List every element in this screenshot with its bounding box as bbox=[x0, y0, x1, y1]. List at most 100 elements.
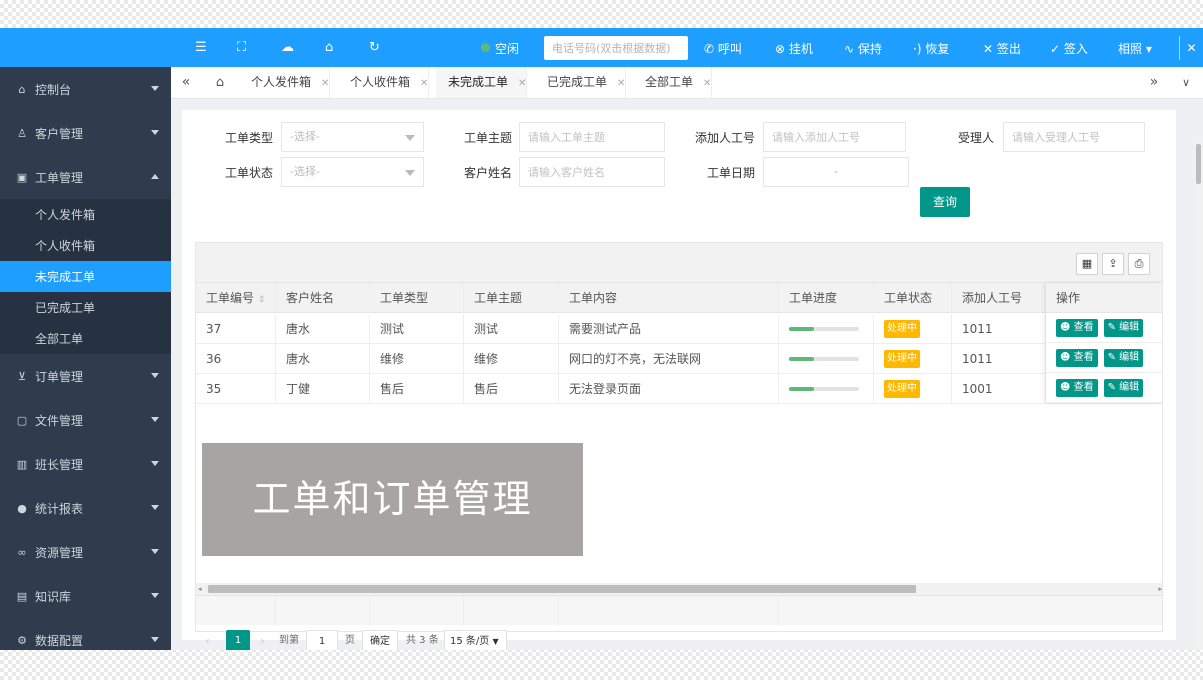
prev-page-icon[interactable]: ‹ bbox=[205, 630, 210, 650]
export-icon[interactable]: ⇪ bbox=[1102, 253, 1124, 275]
sidebar: ⌂ 控制台 ♙ 客户管理 ▣ 工单管理 个人发件箱 个人收件箱 未完成工单 已完… bbox=[0, 28, 171, 650]
header-cell: 操作 bbox=[1046, 283, 1162, 313]
scroll-left-icon[interactable]: ◂ bbox=[198, 583, 202, 595]
sidebar-subitem-inbox[interactable]: 个人收件箱 bbox=[0, 230, 171, 261]
tab-sent[interactable]: 个人发件箱 ✕ bbox=[239, 67, 331, 98]
header-cell: 客户姓名 bbox=[276, 283, 370, 313]
close-icon[interactable]: ✕ bbox=[617, 78, 625, 89]
status-badge: 处理中 bbox=[884, 319, 920, 338]
columns-icon[interactable]: ▦ bbox=[1076, 253, 1098, 275]
sort-icon[interactable]: ⇕ bbox=[258, 295, 266, 305]
sidebar-item-customer[interactable]: ♙ 客户管理 bbox=[0, 111, 171, 155]
tab-inbox[interactable]: 个人收件箱 ✕ bbox=[338, 67, 430, 98]
query-button[interactable]: 查询 bbox=[920, 187, 970, 217]
sidebar-item-monitor[interactable]: ▥ 班长管理 bbox=[0, 442, 171, 486]
per-page-select[interactable]: 15 条/页 ▼ bbox=[444, 630, 507, 650]
sidebar-item-config[interactable]: ⚙ 数据配置 bbox=[0, 618, 171, 650]
link-icon: ∞ bbox=[17, 545, 27, 559]
sidebar-item-knowledge[interactable]: ▤ 知识库 bbox=[0, 574, 171, 618]
scrollbar-thumb[interactable] bbox=[208, 585, 916, 593]
table-row[interactable]: 36 唐水 维修 维修 网口的灯不亮，无法联网 处理中 1011 bbox=[196, 344, 1162, 374]
sidebar-subitem-finished[interactable]: 已完成工单 bbox=[0, 292, 171, 323]
tabs-prev-icon[interactable]: « bbox=[175, 67, 197, 98]
sidebar-item-dashboard[interactable]: ⌂ 控制台 bbox=[0, 67, 171, 111]
close-icon[interactable]: ✕ bbox=[420, 78, 428, 89]
sidebar-subitem-sent[interactable]: 个人发件箱 bbox=[0, 199, 171, 230]
progress-bar bbox=[789, 387, 859, 391]
cell-customer: 唐水 bbox=[276, 314, 370, 344]
table-row[interactable]: 35 丁健 售后 售后 无法登录页面 处理中 1001 bbox=[196, 374, 1162, 404]
fixed-operation-column: 操作 ☻ 查看 ✎ 编辑 ☻ 查看 ✎ 编辑 ☻ 查看 ✎ 编辑 bbox=[1046, 283, 1162, 403]
cell-progress bbox=[779, 374, 874, 404]
customer-label: 客户姓名 bbox=[464, 166, 513, 180]
print-icon[interactable]: ⎙ bbox=[1128, 253, 1150, 275]
cell-content: 无法登录页面 bbox=[559, 374, 779, 404]
goto-confirm-button[interactable]: 确定 bbox=[362, 630, 398, 650]
hangup-button[interactable]: ⊗ 挂机 bbox=[775, 40, 813, 57]
close-icon[interactable]: ✕ bbox=[1179, 36, 1203, 60]
refresh-icon[interactable]: ↻ bbox=[369, 40, 380, 55]
sidebar-subitem-unfinished[interactable]: 未完成工单 bbox=[0, 261, 171, 292]
status-select[interactable]: -选择- bbox=[281, 157, 424, 187]
hold-button[interactable]: ∿ 保持 bbox=[844, 40, 882, 57]
user-menu[interactable]: 相照 ▾ bbox=[1118, 40, 1152, 57]
header-cell: 添加人工号 bbox=[952, 283, 1046, 313]
cell-adder: 1011 bbox=[952, 314, 1046, 344]
current-page[interactable]: 1 bbox=[226, 630, 250, 650]
caret-down-icon bbox=[405, 135, 415, 141]
tab-all[interactable]: 全部工单 ✕ bbox=[633, 67, 713, 98]
close-icon[interactable]: ✕ bbox=[321, 78, 329, 89]
page-input[interactable]: 1 bbox=[306, 630, 338, 650]
adder-input[interactable] bbox=[763, 122, 906, 152]
tab-unfinished[interactable]: 未完成工单 ✕ bbox=[436, 67, 528, 98]
view-button[interactable]: ☻ 查看 bbox=[1056, 318, 1098, 337]
horizontal-scrollbar[interactable]: ◂ ▸ bbox=[196, 583, 1162, 595]
signin-button[interactable]: ✓ 签入 bbox=[1050, 40, 1088, 57]
fullscreen-icon[interactable]: ⛶ bbox=[237, 40, 246, 55]
tab-finished[interactable]: 已完成工单 ✕ bbox=[535, 67, 627, 98]
main-content: 工单类型 -选择- 工单主题 添加人工号 受理人 工单状态 -选择- 客户姓名 … bbox=[182, 110, 1176, 650]
tabs-next-icon[interactable]: » bbox=[1143, 67, 1165, 98]
goto-label: 到第 bbox=[279, 635, 299, 646]
sidebar-item-reports[interactable]: ● 统计报表 bbox=[0, 486, 171, 530]
menu-toggle-icon[interactable]: ☰ bbox=[195, 40, 207, 55]
progress-fill bbox=[789, 327, 814, 331]
book-icon: ▤ bbox=[16, 589, 28, 603]
date-range-input[interactable]: - bbox=[763, 157, 909, 187]
view-button[interactable]: ☻ 查看 bbox=[1056, 378, 1098, 397]
scrollbar-thumb[interactable] bbox=[1196, 144, 1201, 184]
subject-input[interactable] bbox=[519, 122, 665, 152]
sidebar-item-orders[interactable]: ⊻ 订单管理 bbox=[0, 354, 171, 398]
resume-button[interactable]: ·) 恢复 bbox=[913, 40, 949, 57]
customer-input[interactable] bbox=[519, 157, 665, 187]
caret-down-icon: ▼ bbox=[492, 637, 499, 646]
edit-button[interactable]: ✎ 编辑 bbox=[1103, 348, 1144, 367]
sidebar-item-resources[interactable]: ∞ 资源管理 bbox=[0, 530, 171, 574]
next-page-icon[interactable]: › bbox=[260, 630, 265, 650]
sidebar-item-files[interactable]: ▢ 文件管理 bbox=[0, 398, 171, 442]
signout-button[interactable]: ✕ 签出 bbox=[983, 40, 1021, 57]
call-button[interactable]: ✆ 呼叫 bbox=[704, 40, 742, 57]
tag-icon[interactable]: ⌂ bbox=[325, 40, 333, 55]
tabs-menu-icon[interactable]: ∨ bbox=[1175, 67, 1197, 98]
acceptor-input[interactable] bbox=[1003, 122, 1145, 152]
signin-label: 签入 bbox=[1063, 42, 1088, 56]
scroll-right-icon[interactable]: ▸ bbox=[1158, 583, 1162, 595]
header-cell[interactable]: 工单编号 ⇕ bbox=[196, 283, 276, 313]
theme-icon[interactable]: ☁ bbox=[281, 40, 294, 55]
sidebar-subitem-all[interactable]: 全部工单 bbox=[0, 323, 171, 354]
close-icon[interactable]: ✕ bbox=[703, 78, 711, 89]
brand-area bbox=[0, 28, 171, 67]
cell-operations: ☻ 查看 ✎ 编辑 bbox=[1046, 313, 1162, 343]
close-icon[interactable]: ✕ bbox=[518, 78, 526, 89]
edit-button[interactable]: ✎ 编辑 bbox=[1103, 378, 1144, 397]
edit-button[interactable]: ✎ 编辑 bbox=[1103, 318, 1144, 337]
phone-number-input[interactable] bbox=[544, 36, 688, 60]
home-tab-icon[interactable]: ⌂ bbox=[209, 67, 231, 98]
view-button[interactable]: ☻ 查看 bbox=[1056, 348, 1098, 367]
cell-subject: 售后 bbox=[464, 374, 559, 404]
sidebar-item-workorder[interactable]: ▣ 工单管理 bbox=[0, 155, 171, 199]
table-row[interactable]: 37 唐水 测试 测试 需要测试产品 处理中 1011 bbox=[196, 314, 1162, 344]
type-select[interactable]: -选择- bbox=[281, 122, 424, 152]
vertical-scrollbar[interactable] bbox=[1194, 140, 1203, 650]
